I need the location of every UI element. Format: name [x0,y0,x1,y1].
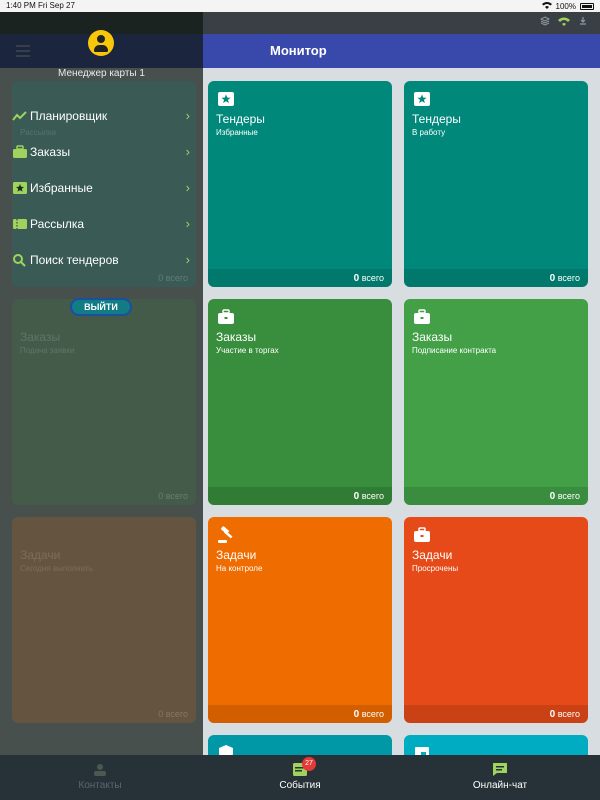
logout-button[interactable]: ВЫЙТИ [70,298,132,316]
side-drawer: Рассылка 0 всего Заказы Подача заявки 0 … [0,12,203,800]
chevron-right-icon: › [185,108,190,123]
user-name: Менеджер карты 1 [58,68,145,79]
drawer-item-label: Планировщик [30,109,108,123]
card-count-unit: всего [361,491,384,501]
card-count: 0 [549,273,556,284]
card-footer: 0 всего [208,705,392,723]
bottom-nav: Контакты 27 События Онлайн-чат [0,755,600,800]
card-subtitle: Избранные [216,128,258,137]
card-count: 0 [353,709,360,720]
status-date: Fri Sep 27 [38,1,75,10]
card-count: 0 [549,491,556,502]
ghost-card-subtitle: Сегодня выполнить [20,564,93,573]
ticket-icon [12,217,28,231]
tab-label: Контакты [78,780,122,791]
tab-online-chat[interactable]: Онлайн-чат [425,755,575,800]
card-subtitle: Просрочены [412,564,459,573]
chevron-right-icon: › [185,216,190,231]
ghost-card-count: 0 всего [158,709,188,719]
events-badge: 27 [302,757,316,771]
tab-events[interactable]: 27 События [225,755,375,800]
chat-icon [492,761,508,777]
ghost-card-title: Задачи [20,548,61,562]
layers-icon [539,16,551,29]
card-orders-bidding[interactable]: Заказы Участие в торгах 0 всего [208,299,392,505]
user-avatar-icon[interactable] [88,30,114,56]
briefcase-icon [413,308,431,326]
tab-contacts[interactable]: Контакты [25,755,175,800]
chart-line-icon [12,109,28,123]
wifi-signal-icon [558,16,570,29]
ghost-card: Заказы Подача заявки 0 всего [12,299,196,505]
star-ticket-icon [12,181,28,195]
card-footer: 0 всего [404,705,588,723]
status-right: 100% [541,1,594,11]
briefcase-icon [413,526,431,544]
card-count: 0 [353,273,360,284]
battery-percent: 100% [555,1,576,11]
card-orders-contract[interactable]: Заказы Подписание контракта 0 всего [404,299,588,505]
card-footer: 0 всего [208,487,392,505]
tab-label: Онлайн-чат [472,780,528,791]
card-footer: 0 всего [404,269,588,287]
ghost-card: Задачи Сегодня выполнить 0 всего [12,517,196,723]
search-icon [12,253,28,267]
drawer-item-label: Заказы [30,145,71,159]
card-subtitle: На контроле [216,564,263,573]
star-ticket-icon [217,90,235,108]
drawer-item-label: Избранные [30,181,93,195]
card-count-unit: всего [557,709,580,719]
status-time: 1:40 PM [6,1,36,10]
card-title: Заказы [216,330,257,344]
gavel-icon [217,526,235,544]
card-count-unit: всего [557,273,580,283]
card-title: Задачи [412,548,453,562]
calendar-icon: 27 [292,757,316,777]
card-count-unit: всего [361,273,384,283]
wifi-icon [541,1,552,11]
card-title: Заказы [412,330,453,344]
card-count: 0 [353,491,360,502]
drawer-item-mailing[interactable]: Рассылка › [12,214,194,236]
card-subtitle: Подписание контракта [412,346,497,355]
chevron-right-icon: › [185,180,190,195]
drawer-item-planner[interactable]: Планировщик › [12,106,194,128]
ghost-card-count: 0 всего [158,273,188,283]
drawer-item-favorites[interactable]: Избранные › [12,178,194,200]
ghost-card-title: Заказы [20,330,61,344]
card-title: Тендеры [216,112,265,126]
chevron-right-icon: › [185,144,190,159]
card-count-unit: всего [361,709,384,719]
card-title: Задачи [216,548,257,562]
sync-icon [578,16,588,29]
briefcase-icon [217,308,235,326]
card-tasks-overdue[interactable]: Задачи Просрочены 0 всего [404,517,588,723]
status-bar: 1:40 PM Fri Sep 27 100% [0,0,600,12]
card-footer: 0 всего [404,487,588,505]
drawer-item-label: Поиск тендеров [30,253,119,267]
ghost-card-subtitle: Подача заявки [20,346,75,355]
card-count: 0 [549,709,556,720]
card-tasks-control[interactable]: Задачи На контроле 0 всего [208,517,392,723]
card-tenders-favorites[interactable]: Тендеры Избранные 0 всего [208,81,392,287]
battery-icon [580,2,594,10]
contacts-icon [92,761,108,777]
card-title: Тендеры [412,112,461,126]
briefcase-icon [12,145,28,159]
drawer-item-orders[interactable]: Заказы › [12,142,194,164]
card-subtitle: Участие в торгах [216,346,279,355]
card-footer: 0 всего [208,269,392,287]
page-title: Монитор [270,43,327,58]
drawer-item-label: Рассылка [30,217,85,231]
card-count-unit: всего [557,491,580,501]
ghost-card-count: 0 всего [158,491,188,501]
chevron-right-icon: › [185,252,190,267]
card-tenders-in-work[interactable]: Тендеры В работу 0 всего [404,81,588,287]
card-subtitle: В работу [412,128,446,137]
tab-label: События [279,780,321,791]
ghost-card-subtitle: Рассылка [20,128,57,137]
drawer-item-tender-search[interactable]: Поиск тендеров › [12,250,194,272]
star-ticket-icon [413,90,431,108]
